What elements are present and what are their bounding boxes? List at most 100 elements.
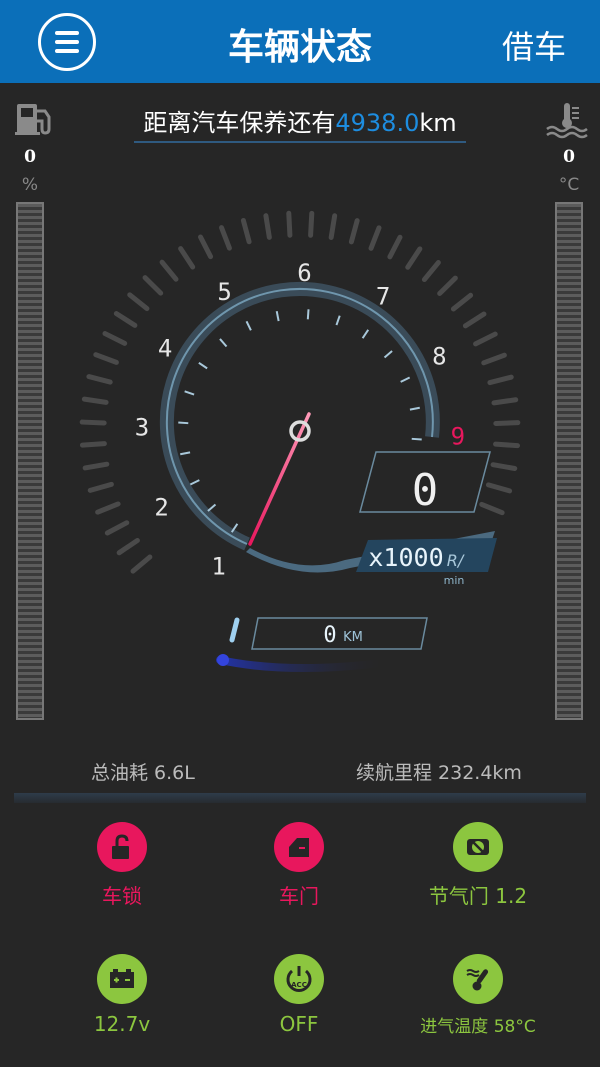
outer-tick xyxy=(487,374,514,386)
outer-tick xyxy=(116,537,140,556)
outer-tick xyxy=(286,210,293,238)
odometer-value: 0 xyxy=(323,623,336,648)
status-intake-temp-label: 进气温度 58°C xyxy=(420,1017,536,1037)
inner-tick xyxy=(178,421,189,425)
maintenance-prefix: 距离汽车保养还有 xyxy=(143,109,336,137)
outer-tick xyxy=(387,234,403,260)
outer-tick xyxy=(421,260,441,283)
speed-value: 0 xyxy=(412,465,439,516)
fuel-level-value: 0 xyxy=(24,147,36,167)
status-lock[interactable]: 车锁 xyxy=(22,822,222,909)
inner-tick xyxy=(207,503,217,512)
status-acc-label: OFF xyxy=(279,1012,319,1036)
status-intake-temp[interactable]: 进气温度 58°C xyxy=(378,954,578,1037)
outer-tick xyxy=(493,420,521,426)
unlocked-lock-icon xyxy=(97,822,147,872)
outer-tick xyxy=(308,210,315,238)
inner-tick xyxy=(400,376,411,383)
driving-range: 续航里程 232.4km xyxy=(356,762,522,784)
tach-glow-arc xyxy=(216,656,394,672)
rpm-tick-label: 5 xyxy=(217,278,231,306)
rpm-tick-label: 9 xyxy=(451,423,465,451)
outer-tick xyxy=(485,482,513,494)
outer-tick xyxy=(348,218,360,245)
throttle-icon xyxy=(453,822,503,872)
battery-icon xyxy=(97,954,147,1004)
status-door[interactable]: 车门 xyxy=(199,822,399,909)
inner-tick xyxy=(189,479,200,486)
outer-tick xyxy=(481,352,507,366)
outer-tick xyxy=(86,374,113,385)
acc-power-icon: ACC xyxy=(274,954,324,1004)
outer-tick xyxy=(405,246,423,270)
coolant-temp-value: 0 xyxy=(563,147,575,167)
status-battery[interactable]: 12.7v xyxy=(22,954,222,1036)
outer-tick xyxy=(263,213,272,240)
status-lock-label: 车锁 xyxy=(102,884,142,908)
inner-tick xyxy=(245,320,252,331)
rpm-unit-a: R/ xyxy=(447,551,465,570)
outer-tick xyxy=(490,462,518,471)
outer-tick xyxy=(127,292,150,312)
rpm-tick-label: 2 xyxy=(154,493,168,521)
outer-tick xyxy=(82,461,110,471)
tach-needle xyxy=(248,412,311,546)
outer-tick xyxy=(198,234,214,260)
borrow-car-button[interactable]: 借车 xyxy=(502,22,566,68)
inner-tick xyxy=(335,315,341,326)
tachometer: 1 2 3 4 5 6 7 8 9 0 x1000 R/ min 0 KM xyxy=(79,210,521,672)
outer-tick xyxy=(113,311,138,328)
outer-tick xyxy=(178,246,196,270)
outer-tick xyxy=(473,331,498,347)
intake-temp-icon xyxy=(453,954,503,1004)
outer-tick xyxy=(479,501,505,516)
outer-tick xyxy=(462,311,487,329)
rpm-tick-label: 4 xyxy=(158,335,172,363)
inner-tick xyxy=(306,309,310,320)
rpm-tick-label: 6 xyxy=(297,259,311,287)
status-throttle-label: 节气门 1.2 xyxy=(428,884,528,908)
outer-tick xyxy=(130,554,153,574)
outer-tick xyxy=(368,225,382,251)
outer-tick xyxy=(437,275,458,296)
status-battery-label: 12.7v xyxy=(93,1012,151,1036)
svg-text:ACC: ACC xyxy=(291,981,307,989)
outer-tick xyxy=(102,331,128,346)
status-throttle[interactable]: 节气门 1.2 xyxy=(378,822,578,909)
outer-tick xyxy=(159,259,179,282)
fuel-pump-icon xyxy=(15,104,51,135)
odometer-box xyxy=(251,617,428,650)
total-fuel-consumption: 总油耗 6.6L xyxy=(91,762,195,784)
odometer-unit: KM xyxy=(343,630,363,645)
outer-tick xyxy=(87,481,114,493)
inner-tick xyxy=(275,311,280,322)
section-divider xyxy=(14,793,586,803)
rpm-tick-label: 3 xyxy=(135,414,149,442)
coolant-temp-icon xyxy=(546,103,588,139)
outer-tick xyxy=(491,397,519,406)
inner-tick xyxy=(409,406,420,411)
outer-tick xyxy=(104,520,130,536)
tach-glow-dot xyxy=(217,654,229,666)
app-header: 车辆状态 借车 xyxy=(0,0,600,83)
status-door-label: 车门 xyxy=(279,884,319,908)
outer-tick xyxy=(93,352,119,365)
outer-tick xyxy=(493,441,521,449)
inner-tick xyxy=(219,338,228,348)
inner-tick xyxy=(383,350,393,359)
outer-tick xyxy=(79,419,107,426)
rpm-tick-labels: 1 2 3 4 5 6 7 8 9 xyxy=(135,259,465,580)
outer-tick xyxy=(219,225,232,251)
rpm-tick-label: 8 xyxy=(432,343,446,371)
inner-tick xyxy=(361,329,370,339)
outer-tick xyxy=(240,217,252,245)
maintenance-unit: km xyxy=(419,109,457,137)
outer-tick xyxy=(142,275,164,296)
outer-tick xyxy=(450,292,474,312)
outer-tick xyxy=(328,213,338,240)
status-acc[interactable]: ACC OFF xyxy=(199,954,399,1036)
car-door-icon xyxy=(274,822,324,872)
outer-tick xyxy=(79,441,107,448)
tach-low-marker xyxy=(229,617,240,643)
rpm-unit-b: min xyxy=(444,574,465,587)
